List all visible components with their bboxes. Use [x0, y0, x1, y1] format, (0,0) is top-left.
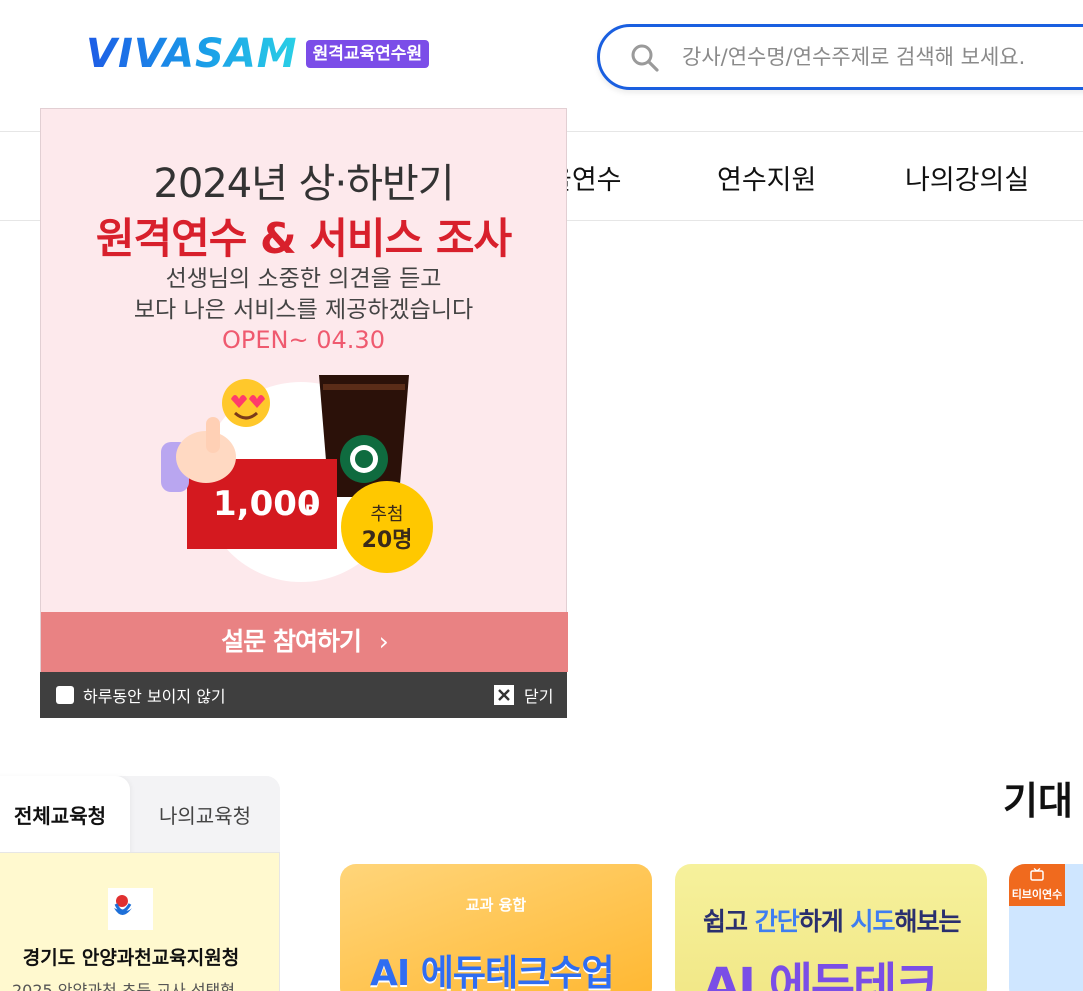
course-card[interactable]: 쉽고 간단하게 시도해보는 AI 에듀테크	[675, 864, 987, 991]
tv-icon	[1030, 868, 1044, 881]
search-box	[597, 24, 1083, 90]
survey-popup: 2024년 상·하반기 원격연수 & 서비스 조사 선생님의 소중한 의견을 듣…	[40, 108, 568, 718]
card-tagline: 쉽고 간단하게 시도해보는	[703, 907, 961, 936]
nav-item-my-classroom[interactable]: 나의강의실	[905, 158, 1029, 197]
prize-badge: 추첨 20명	[341, 481, 433, 573]
office-emblem-icon	[108, 888, 153, 930]
tab-my-office[interactable]: 나의교육청	[130, 776, 280, 852]
survey-cta-label: 설문 참여하기	[221, 627, 362, 656]
nav-item-support[interactable]: 연수지원	[717, 158, 816, 197]
search-input[interactable]	[682, 37, 1083, 77]
tv-badge: 티브이연수	[1009, 864, 1065, 906]
prize-count: 20명	[362, 528, 413, 553]
course-card[interactable]: 티브이연수	[1009, 864, 1083, 991]
close-button[interactable]: 닫기	[524, 683, 553, 707]
section-heading: 기대	[1003, 779, 1073, 823]
logo-badge: 원격교육연수원	[305, 40, 430, 68]
chevron-right-icon: ›	[378, 627, 389, 656]
card-tag: 교과 융합	[465, 896, 527, 914]
heart-eyes-emoji-icon	[222, 379, 270, 427]
popup-description-line1: 선생님의 소중한 의견을 듣고	[165, 266, 442, 292]
card-title: AI 에듀테크	[703, 958, 939, 991]
prize-label: 추첨	[370, 504, 403, 525]
hide-today-checkbox[interactable]	[56, 686, 74, 704]
survey-cta-button[interactable]: 설문 참여하기 ›	[41, 612, 568, 672]
hide-today-label[interactable]: 하루동안 보이지 않기	[83, 683, 226, 707]
close-icon[interactable]	[494, 685, 514, 705]
popup-footer: 하루동안 보이지 않기 닫기	[40, 672, 567, 718]
office-name: 경기도 안양과천교육지원청	[22, 947, 240, 969]
tab-all-offices[interactable]: 전체교육청	[0, 776, 130, 856]
site-logo[interactable]: VIVASAM 원격교육연수원	[86, 31, 430, 77]
popup-title-main: 원격연수 & 서비스 조사	[95, 214, 512, 263]
popup-open-date: OPEN~ 04.30	[222, 326, 385, 354]
card-title: AI 에듀테크수업	[370, 953, 615, 991]
popup-description-line2: 보다 나은 서비스를 제공하겠습니다	[133, 297, 474, 323]
reward-illustration: 1,000 P 추첨 20명	[161, 375, 433, 582]
office-tabs: 나의교육청 전체교육청	[0, 776, 280, 856]
popup-title-period: 2024년 상·하반기	[153, 161, 454, 207]
office-subtitle: 2025 안양과천 초등 교사 선택형	[12, 981, 235, 991]
logo-wordmark: VIVASAM	[86, 31, 298, 77]
course-card[interactable]: 교과 융합 AI 에듀테크수업	[340, 864, 652, 991]
search-icon[interactable]	[630, 43, 660, 73]
office-panel: 경기도 안양과천교육지원청 2025 안양과천 초등 교사 선택형	[0, 852, 280, 991]
point-unit: P	[305, 503, 315, 519]
